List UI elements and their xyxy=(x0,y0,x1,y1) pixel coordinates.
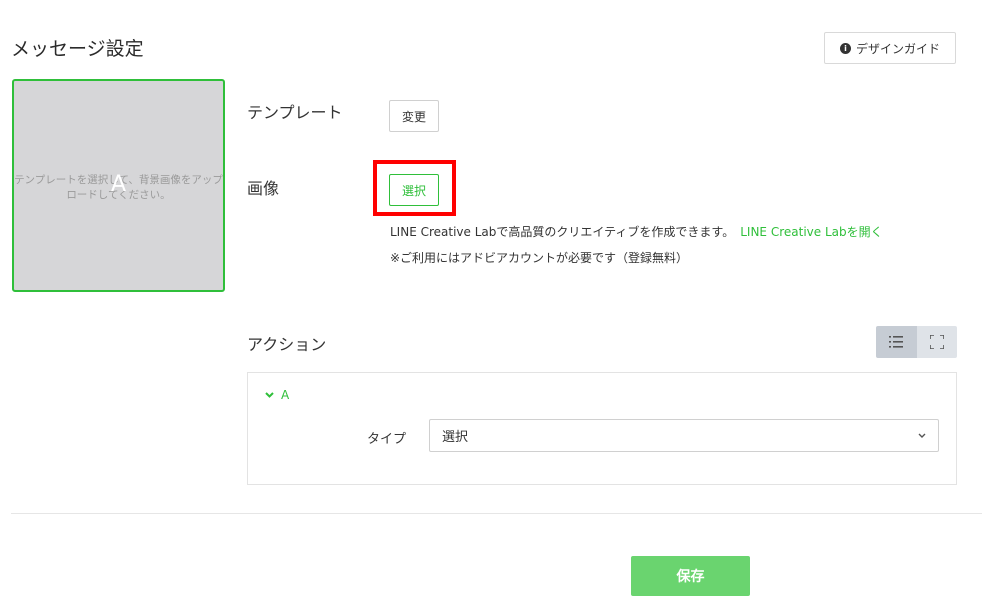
info-icon: i xyxy=(839,42,851,54)
image-label: 画像 xyxy=(247,179,280,198)
template-label: テンプレート xyxy=(247,103,343,122)
expand-view-button[interactable] xyxy=(916,326,957,358)
preview-area-letter: A xyxy=(110,172,127,197)
view-toggle xyxy=(876,326,957,358)
chevron-down-icon xyxy=(918,433,926,438)
action-label: アクション xyxy=(247,335,327,354)
type-label: タイプ xyxy=(367,432,407,447)
design-guide-label: デザインガイド xyxy=(855,41,940,56)
highlight-annotation xyxy=(373,160,456,216)
save-button[interactable]: 保存 xyxy=(631,556,750,596)
footer-divider xyxy=(11,513,982,514)
list-icon xyxy=(889,336,904,348)
chevron-down-icon xyxy=(265,392,274,398)
action-panel: A タイプ 選択 xyxy=(247,372,957,485)
page-title: メッセージ設定 xyxy=(11,38,144,60)
design-guide-button[interactable]: i デザインガイド xyxy=(824,32,956,64)
creative-lab-text: LINE Creative Labで高品質のクリエイティブを作成できます。 xyxy=(390,225,735,239)
type-select-value: 選択 xyxy=(442,430,469,445)
adobe-account-note: ※ご利用にはアドビアカウントが必要です（登録無料） xyxy=(390,251,689,265)
expand-icon xyxy=(929,335,944,349)
creative-lab-info: LINE Creative Labで高品質のクリエイティブを作成できます。 LIN… xyxy=(390,223,883,240)
type-select[interactable]: 選択 xyxy=(429,419,939,452)
change-template-button[interactable]: 変更 xyxy=(389,100,439,132)
message-preview[interactable]: テンプレートを選択して、背景画像をアップ ロードしてください。 A xyxy=(12,79,225,292)
action-item-name: A xyxy=(281,388,290,402)
creative-lab-link[interactable]: LINE Creative Labを開く xyxy=(740,225,882,239)
action-item-header[interactable]: A xyxy=(265,388,289,402)
list-view-button[interactable] xyxy=(876,326,917,358)
